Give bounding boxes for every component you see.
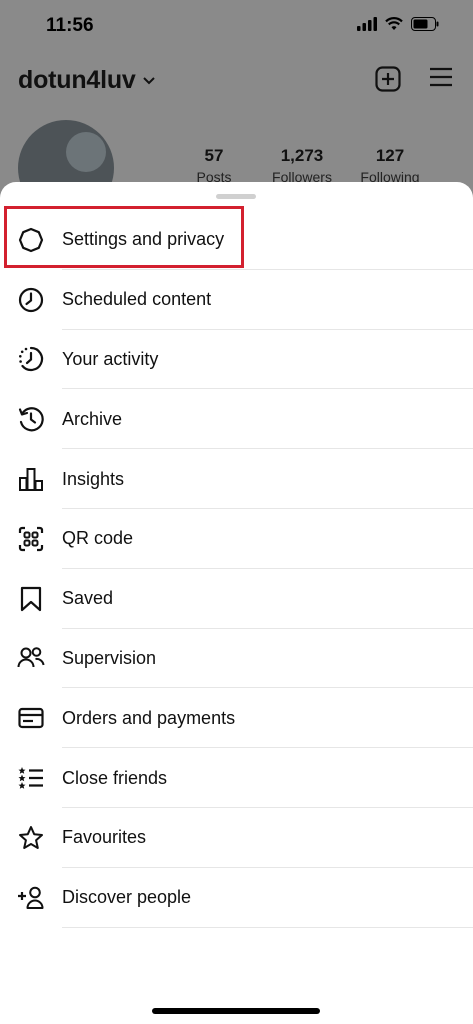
stat-value: 1,273 <box>280 146 324 165</box>
profile-background: 11:56 dotun4luv 57 Posts 1,273 Followers… <box>0 0 473 216</box>
add-person-icon <box>17 884 45 912</box>
stat-followers[interactable]: 1,273 Followers <box>258 146 346 185</box>
menu-bottom-sheet: Settings and privacy Scheduled content Y… <box>0 182 473 1024</box>
profile-stats: 57 Posts 1,273 Followers 127 Following <box>170 146 434 185</box>
star-icon <box>17 824 45 852</box>
menu-item-label: Archive <box>62 408 123 429</box>
stat-value: 127 <box>375 146 405 165</box>
bookmark-icon <box>17 585 45 613</box>
close-friends-icon <box>17 764 45 792</box>
hamburger-menu-icon[interactable] <box>429 66 453 92</box>
menu-item-favourites[interactable]: Favourites <box>0 808 473 868</box>
menu-item-label: Supervision <box>62 647 157 668</box>
menu-item-label: Favourites <box>62 827 147 848</box>
menu-item-label: Settings and privacy <box>62 229 225 250</box>
archive-icon <box>17 405 45 433</box>
sheet-grabber[interactable] <box>216 194 256 199</box>
insights-icon <box>17 465 45 493</box>
activity-icon <box>17 345 45 373</box>
menu-item-label: Discover people <box>62 887 192 908</box>
menu-item-close-friends[interactable]: Close friends <box>0 748 473 808</box>
menu-item-qr-code[interactable]: QR code <box>0 509 473 569</box>
menu-item-archive[interactable]: Archive <box>0 389 473 449</box>
settings-icon <box>17 226 45 254</box>
menu-item-orders-and-payments[interactable]: Orders and payments <box>0 688 473 748</box>
stat-following[interactable]: 127 Following <box>346 146 434 185</box>
status-icons <box>357 17 439 31</box>
menu-list: Settings and privacy Scheduled content Y… <box>0 210 473 928</box>
menu-item-insights[interactable]: Insights <box>0 449 473 509</box>
profile-username: dotun4luv <box>18 66 136 94</box>
menu-item-label: Your activity <box>62 348 159 369</box>
menu-item-supervision[interactable]: Supervision <box>0 629 473 689</box>
wifi-icon <box>385 17 403 31</box>
stat-value: 57 <box>204 146 224 165</box>
menu-item-label: Insights <box>62 468 125 489</box>
username-switcher[interactable]: dotun4luv <box>18 66 156 95</box>
stat-posts[interactable]: 57 Posts <box>170 146 258 185</box>
chevron-down-icon <box>142 76 156 86</box>
battery-icon <box>411 17 439 31</box>
create-post-icon[interactable] <box>375 66 401 92</box>
menu-item-label: QR code <box>62 528 134 549</box>
qr-code-icon <box>17 525 45 553</box>
menu-item-saved[interactable]: Saved <box>0 569 473 629</box>
menu-item-scheduled-content[interactable]: Scheduled content <box>0 270 473 330</box>
menu-item-label: Saved <box>62 588 114 609</box>
menu-item-label: Scheduled content <box>62 289 212 310</box>
menu-item-your-activity[interactable]: Your activity <box>0 330 473 390</box>
supervision-icon <box>17 644 45 672</box>
card-icon <box>17 704 45 732</box>
menu-item-label: Orders and payments <box>62 707 236 728</box>
status-time: 11:56 <box>46 15 94 36</box>
menu-item-discover-people[interactable]: Discover people <box>0 868 473 928</box>
top-actions <box>375 66 453 92</box>
signal-icon <box>357 17 377 31</box>
home-indicator <box>152 1008 320 1014</box>
menu-item-settings-and-privacy[interactable]: Settings and privacy <box>0 210 473 270</box>
menu-item-label: Close friends <box>62 767 168 788</box>
status-bar: 11:56 <box>0 0 473 52</box>
clock-icon <box>17 286 45 314</box>
